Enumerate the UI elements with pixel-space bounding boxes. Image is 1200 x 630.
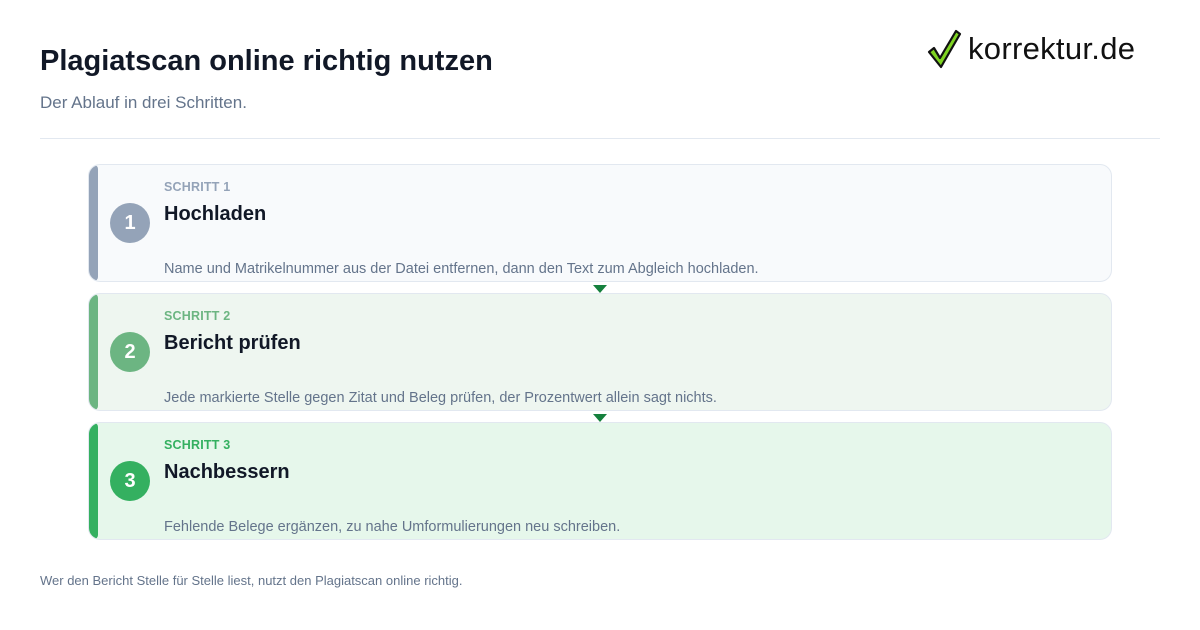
step-label: SCHRITT 3 <box>164 438 231 452</box>
step-number-badge: 2 <box>110 332 150 372</box>
step-connector-arrow-icon <box>593 414 607 422</box>
footer-note: Wer den Bericht Stelle für Stelle liest,… <box>40 573 463 588</box>
step-card-1: 1 SCHRITT 1 Hochladen Name und Matrikeln… <box>88 164 1112 282</box>
checkmark-icon <box>927 29 962 69</box>
page-title: Plagiatscan online richtig nutzen <box>40 45 493 77</box>
page-subtitle: Der Ablauf in drei Schritten. <box>40 93 247 112</box>
header-divider <box>40 138 1160 139</box>
step-card-3: 3 SCHRITT 3 Nachbessern Fehlende Belege … <box>88 422 1112 540</box>
brand-logo[interactable]: korrektur.de <box>926 28 1135 70</box>
step-title: Nachbessern <box>164 461 290 483</box>
step-description: Fehlende Belege ergänzen, zu nahe Umform… <box>164 519 621 535</box>
step-accent-bar <box>89 294 98 410</box>
step-card-2: 2 SCHRITT 2 Bericht prüfen Jede markiert… <box>88 293 1112 411</box>
step-number-badge: 1 <box>110 203 150 243</box>
step-title: Bericht prüfen <box>164 332 301 354</box>
step-title: Hochladen <box>164 203 267 225</box>
step-accent-bar <box>89 423 98 539</box>
step-connector-arrow-icon <box>593 285 607 293</box>
step-number-badge: 3 <box>110 461 150 501</box>
step-accent-bar <box>89 165 98 281</box>
step-description: Name und Matrikelnummer aus der Datei en… <box>164 261 759 277</box>
step-label: SCHRITT 2 <box>164 309 231 323</box>
step-description: Jede markierte Stelle gegen Zitat und Be… <box>164 390 717 406</box>
step-label: SCHRITT 1 <box>164 180 231 194</box>
logo-text: korrektur.de <box>968 31 1136 66</box>
